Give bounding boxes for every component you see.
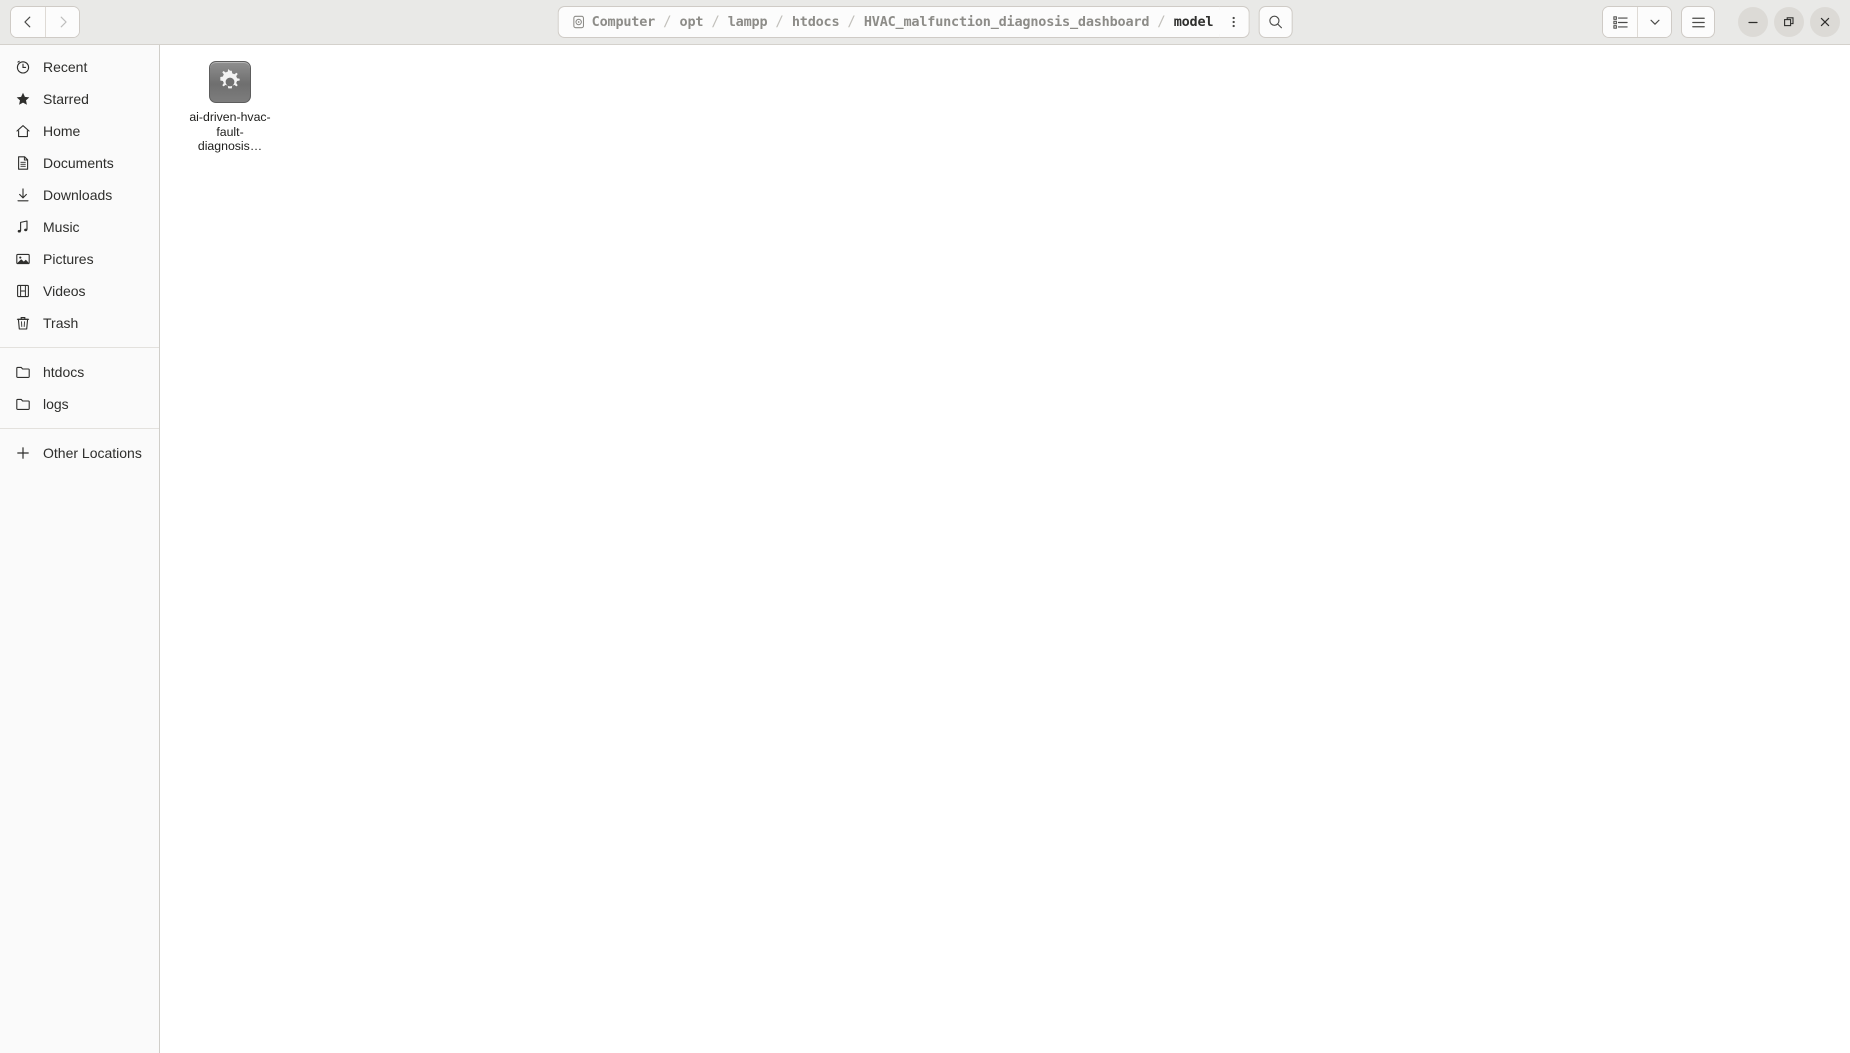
sidebar-item-logs[interactable]: logs <box>0 388 159 420</box>
home-icon <box>14 123 31 140</box>
gear-icon <box>220 69 240 89</box>
file-grid: ai-driven-hvac-fault-diagnosis… <box>184 59 1850 154</box>
header-bar: Computer / opt / lampp / htdocs / HVAC_m… <box>0 0 1850 45</box>
breadcrumb-item-model[interactable]: model <box>1167 9 1221 35</box>
chevron-right-icon <box>60 16 67 28</box>
sidebar-item-home[interactable]: Home <box>0 115 159 147</box>
sidebar-item-videos[interactable]: Videos <box>0 275 159 307</box>
minimize-button[interactable] <box>1738 7 1768 37</box>
vertical-dots-icon <box>1232 16 1235 28</box>
breadcrumb-label: htdocs <box>791 14 840 30</box>
file-name-label: ai-driven-hvac-fault-diagnosis… <box>189 110 271 154</box>
drive-icon <box>573 15 585 29</box>
restore-icon <box>1784 17 1794 27</box>
sidebar-item-label: Trash <box>43 315 79 331</box>
sidebar-item-label: Documents <box>43 155 114 171</box>
sidebar-item-label: Videos <box>43 283 86 299</box>
sidebar-divider <box>0 428 159 429</box>
breadcrumb-label: HVAC_malfunction_diagnosis_dashboard <box>863 14 1150 30</box>
sidebar-item-label: Downloads <box>43 187 113 203</box>
minimize-icon <box>1748 21 1758 24</box>
navigation-buttons <box>10 6 80 38</box>
list-view-button[interactable] <box>1603 7 1637 37</box>
path-bar-area: Computer / opt / lampp / htdocs / HVAC_m… <box>557 6 1293 38</box>
back-button[interactable] <box>11 7 45 37</box>
view-options-dropdown[interactable] <box>1637 7 1671 37</box>
folder-icon <box>14 396 31 413</box>
sidebar-item-label: Home <box>43 123 81 139</box>
music-note-icon <box>14 219 31 236</box>
sidebar-item-label: Pictures <box>43 251 94 267</box>
breadcrumb-separator: / <box>663 14 672 30</box>
list-view-icon <box>1612 15 1628 29</box>
breadcrumb-label: lampp <box>727 14 768 30</box>
sidebar-item-recent[interactable]: Recent <box>0 51 159 83</box>
plus-icon <box>14 445 31 462</box>
breadcrumb-item-lampp[interactable]: lampp <box>721 9 775 35</box>
breadcrumb-item-hvac-dashboard[interactable]: HVAC_malfunction_diagnosis_dashboard <box>857 9 1156 35</box>
breadcrumb: Computer / opt / lampp / htdocs / HVAC_m… <box>557 6 1227 38</box>
sidebar-item-starred[interactable]: Starred <box>0 83 159 115</box>
chevron-left-icon <box>24 16 31 28</box>
window-body: Recent Starred Home Documents Downloads … <box>0 45 1850 1053</box>
sidebar: Recent Starred Home Documents Downloads … <box>0 45 160 1053</box>
hamburger-icon <box>1691 17 1705 27</box>
sidebar-item-label: Recent <box>43 59 88 75</box>
view-mode-group <box>1602 6 1672 38</box>
maximize-button[interactable] <box>1774 7 1804 37</box>
breadcrumb-label: Computer <box>591 14 656 30</box>
breadcrumb-item-computer[interactable]: Computer <box>565 9 662 35</box>
sidebar-item-label: Music <box>43 219 80 235</box>
file-browser-content[interactable]: ai-driven-hvac-fault-diagnosis… <box>160 45 1850 1053</box>
breadcrumb-item-opt[interactable]: opt <box>673 9 711 35</box>
search-button[interactable] <box>1258 6 1293 38</box>
close-button[interactable] <box>1810 7 1840 37</box>
trash-icon <box>14 315 31 332</box>
clock-icon <box>14 59 31 76</box>
sidebar-item-htdocs[interactable]: htdocs <box>0 356 159 388</box>
sidebar-item-music[interactable]: Music <box>0 211 159 243</box>
breadcrumb-label: model <box>1173 14 1214 30</box>
sidebar-item-label: Starred <box>43 91 89 107</box>
gear-executable-icon <box>209 61 251 103</box>
path-menu-button[interactable] <box>1219 6 1250 38</box>
close-icon <box>1820 17 1830 27</box>
breadcrumb-separator: / <box>847 14 856 30</box>
folder-icon <box>14 364 31 381</box>
sidebar-item-documents[interactable]: Documents <box>0 147 159 179</box>
breadcrumb-separator: / <box>775 14 784 30</box>
sidebar-item-label: Other Locations <box>43 445 142 461</box>
breadcrumb-separator: / <box>711 14 720 30</box>
breadcrumb-separator: / <box>1157 14 1166 30</box>
image-icon <box>14 251 31 268</box>
forward-button[interactable] <box>45 7 79 37</box>
sidebar-item-trash[interactable]: Trash <box>0 307 159 339</box>
film-icon <box>14 283 31 300</box>
document-icon <box>14 155 31 172</box>
sidebar-item-other-locations[interactable]: Other Locations <box>0 437 159 469</box>
download-icon <box>14 187 31 204</box>
sidebar-item-label: logs <box>43 396 69 412</box>
sidebar-divider <box>0 347 159 348</box>
sidebar-item-label: htdocs <box>43 364 85 380</box>
sidebar-item-pictures[interactable]: Pictures <box>0 243 159 275</box>
file-item[interactable]: ai-driven-hvac-fault-diagnosis… <box>184 59 276 154</box>
breadcrumb-item-htdocs[interactable]: htdocs <box>785 9 847 35</box>
search-icon <box>1268 15 1282 29</box>
sidebar-item-downloads[interactable]: Downloads <box>0 179 159 211</box>
nav-button-group <box>10 6 80 38</box>
main-menu-button[interactable] <box>1681 6 1715 38</box>
header-right-controls <box>1602 6 1840 38</box>
chevron-down-icon <box>1649 19 1660 25</box>
star-icon <box>14 91 31 108</box>
breadcrumb-label: opt <box>679 14 704 30</box>
